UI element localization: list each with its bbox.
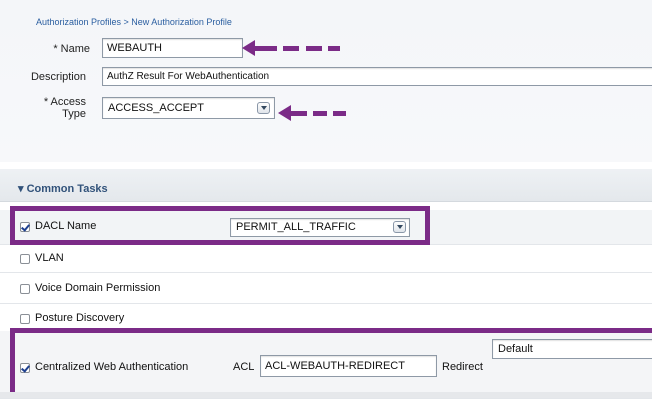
dacl-checkbox[interactable]: [20, 222, 30, 232]
description-input[interactable]: AuthZ Result For WebAuthentication: [102, 67, 652, 86]
dacl-value: PERMIT_ALL_TRAFFIC: [236, 221, 356, 233]
dropdown-arrow-icon[interactable]: [393, 221, 406, 233]
bottom-divider: [0, 392, 652, 398]
redirect-value: Default: [498, 343, 533, 355]
name-input[interactable]: WEBAUTH: [102, 38, 243, 58]
acl-input[interactable]: ACL-WEBAUTH-REDIRECT: [260, 355, 437, 377]
description-label: Description: [30, 71, 86, 83]
common-tasks-title[interactable]: ▾ Common Tasks: [18, 182, 108, 195]
dropdown-arrow-icon[interactable]: [257, 102, 270, 114]
access-type-value: ACCESS_ACCEPT: [108, 102, 204, 114]
dacl-select[interactable]: PERMIT_ALL_TRAFFIC: [230, 218, 410, 237]
dacl-label: DACL Name: [35, 220, 97, 232]
acl-label: ACL: [233, 361, 255, 373]
redirect-select[interactable]: Default: [492, 339, 652, 359]
vlan-row: [0, 245, 652, 273]
voice-checkbox[interactable]: [20, 284, 30, 294]
annotation-arrow-icon: [242, 38, 342, 58]
access-type-label: * Access Type: [43, 96, 86, 120]
cwa-label: Centralized Web Authentication: [35, 361, 189, 373]
annotation-arrow-icon: [278, 104, 348, 124]
breadcrumb[interactable]: Authorization Profiles > New Authorizati…: [36, 17, 232, 27]
access-type-select[interactable]: ACCESS_ACCEPT: [102, 97, 275, 119]
vlan-checkbox[interactable]: [20, 254, 30, 264]
redirect-label: Redirect: [442, 361, 483, 373]
posture-label: Posture Discovery: [35, 312, 125, 324]
name-label: * Name: [53, 43, 90, 55]
cwa-checkbox[interactable]: [20, 363, 30, 373]
posture-checkbox[interactable]: [20, 314, 30, 324]
vlan-label: VLAN: [35, 252, 64, 264]
voice-label: Voice Domain Permission: [35, 282, 161, 294]
